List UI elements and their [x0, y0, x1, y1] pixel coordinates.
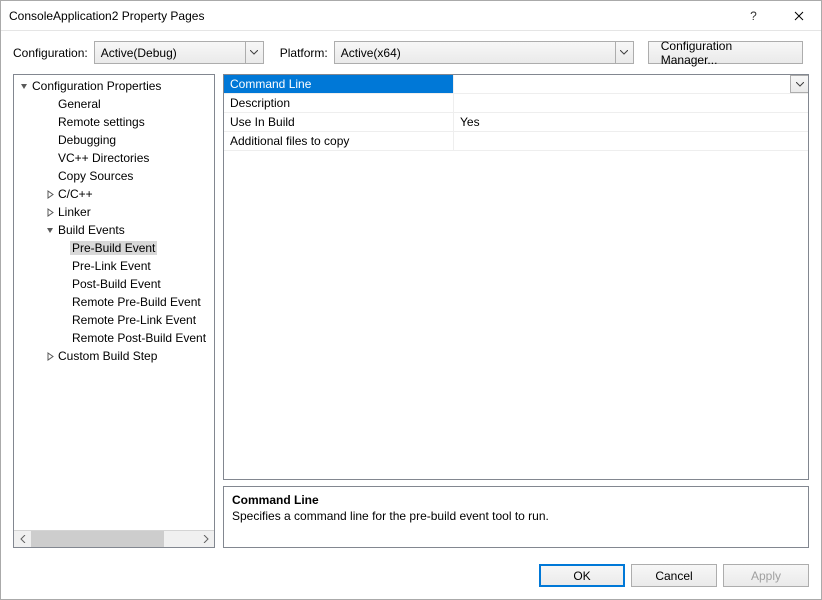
collapse-icon[interactable]	[18, 82, 30, 91]
dialog-footer: OK Cancel Apply	[1, 556, 821, 599]
tree-item-label: Debugging	[56, 133, 118, 147]
tree-panel: Configuration Properties General Remote s…	[13, 74, 215, 548]
property-value[interactable]	[454, 94, 808, 112]
property-name: Use In Build	[224, 113, 454, 131]
config-toolbar: Configuration: Active(Debug) Platform: A…	[1, 31, 821, 74]
window-title: ConsoleApplication2 Property Pages	[9, 9, 731, 23]
scroll-right-button[interactable]	[197, 531, 214, 547]
platform-value: Active(x64)	[341, 46, 401, 60]
description-text: Specifies a command line for the pre-bui…	[232, 509, 800, 523]
tree-item[interactable]: C/C++	[14, 185, 214, 203]
tree-item[interactable]: Linker	[14, 203, 214, 221]
description-title: Command Line	[232, 493, 800, 507]
tree-item[interactable]: Pre-Link Event	[14, 257, 214, 275]
close-icon	[794, 11, 804, 21]
titlebar: ConsoleApplication2 Property Pages ?	[1, 1, 821, 31]
tree-item[interactable]: Remote Pre-Build Event	[14, 293, 214, 311]
tree-item[interactable]: Post-Build Event	[14, 275, 214, 293]
configuration-manager-button[interactable]: Configuration Manager...	[648, 41, 803, 64]
tree-root[interactable]: Configuration Properties	[14, 77, 214, 95]
tree-item[interactable]: Copy Sources	[14, 167, 214, 185]
property-value[interactable]	[454, 75, 808, 93]
tree-root-label: Configuration Properties	[30, 79, 163, 93]
close-button[interactable]	[776, 1, 821, 30]
property-row[interactable]: Additional files to copy	[224, 132, 808, 151]
scroll-track[interactable]	[31, 531, 197, 547]
property-row[interactable]: Use In BuildYes	[224, 113, 808, 132]
apply-button: Apply	[723, 564, 809, 587]
property-grid[interactable]: Command LineDescriptionUse In BuildYesAd…	[223, 74, 809, 480]
tree-item[interactable]: Remote Post-Build Event	[14, 329, 214, 347]
platform-combo[interactable]: Active(x64)	[334, 41, 634, 64]
tree-item[interactable]: VC++ Directories	[14, 149, 214, 167]
tree-item-label: Build Events	[56, 223, 127, 237]
expand-icon[interactable]	[44, 208, 56, 217]
tree-hscrollbar[interactable]	[14, 530, 214, 547]
property-tree[interactable]: Configuration Properties General Remote s…	[14, 75, 214, 530]
chevron-down-icon	[796, 82, 804, 87]
platform-label: Platform:	[280, 46, 328, 60]
cancel-button[interactable]: Cancel	[631, 564, 717, 587]
configuration-label: Configuration:	[13, 46, 88, 60]
expand-icon[interactable]	[44, 352, 56, 361]
description-panel: Command Line Specifies a command line fo…	[223, 486, 809, 548]
ok-button[interactable]: OK	[539, 564, 625, 587]
tree-item-label: Remote Post-Build Event	[70, 331, 208, 345]
property-value[interactable]	[454, 132, 808, 150]
property-row[interactable]: Description	[224, 94, 808, 113]
tree-item-label: Remote settings	[56, 115, 147, 129]
tree-item[interactable]: Pre-Build Event	[14, 239, 214, 257]
chevron-down-icon	[615, 42, 633, 63]
tree-item-label: Post-Build Event	[70, 277, 163, 291]
tree-item-label: General	[56, 97, 103, 111]
tree-item-label: Copy Sources	[56, 169, 135, 183]
chevron-down-icon	[245, 42, 263, 63]
tree-item[interactable]: Build Events	[14, 221, 214, 239]
collapse-icon[interactable]	[44, 226, 56, 235]
scroll-left-button[interactable]	[14, 531, 31, 547]
property-pages-dialog: ConsoleApplication2 Property Pages ? Con…	[0, 0, 822, 600]
configuration-value: Active(Debug)	[101, 46, 177, 60]
tree-item[interactable]: General	[14, 95, 214, 113]
tree-item-label: Pre-Link Event	[70, 259, 153, 273]
tree-item-label: Linker	[56, 205, 93, 219]
property-name: Command Line	[224, 75, 454, 93]
expand-icon[interactable]	[44, 190, 56, 199]
tree-item-label: Remote Pre-Link Event	[70, 313, 198, 327]
dialog-body: Configuration Properties General Remote s…	[1, 74, 821, 556]
tree-item[interactable]: Remote settings	[14, 113, 214, 131]
tree-item-label: Custom Build Step	[56, 349, 159, 363]
property-dropdown-button[interactable]	[790, 75, 808, 93]
scroll-thumb[interactable]	[31, 531, 164, 547]
help-button[interactable]: ?	[731, 1, 776, 30]
tree-item-label: C/C++	[56, 187, 95, 201]
right-panel: Command LineDescriptionUse In BuildYesAd…	[223, 74, 809, 548]
tree-item[interactable]: Custom Build Step	[14, 347, 214, 365]
configuration-combo[interactable]: Active(Debug)	[94, 41, 264, 64]
tree-item[interactable]: Remote Pre-Link Event	[14, 311, 214, 329]
tree-item-label: Pre-Build Event	[70, 241, 157, 255]
help-icon: ?	[750, 9, 757, 23]
tree-item-label: VC++ Directories	[56, 151, 151, 165]
property-row[interactable]: Command Line	[224, 75, 808, 94]
property-name: Description	[224, 94, 454, 112]
tree-item-label: Remote Pre-Build Event	[70, 295, 203, 309]
property-name: Additional files to copy	[224, 132, 454, 150]
tree-item[interactable]: Debugging	[14, 131, 214, 149]
property-value[interactable]: Yes	[454, 113, 808, 131]
